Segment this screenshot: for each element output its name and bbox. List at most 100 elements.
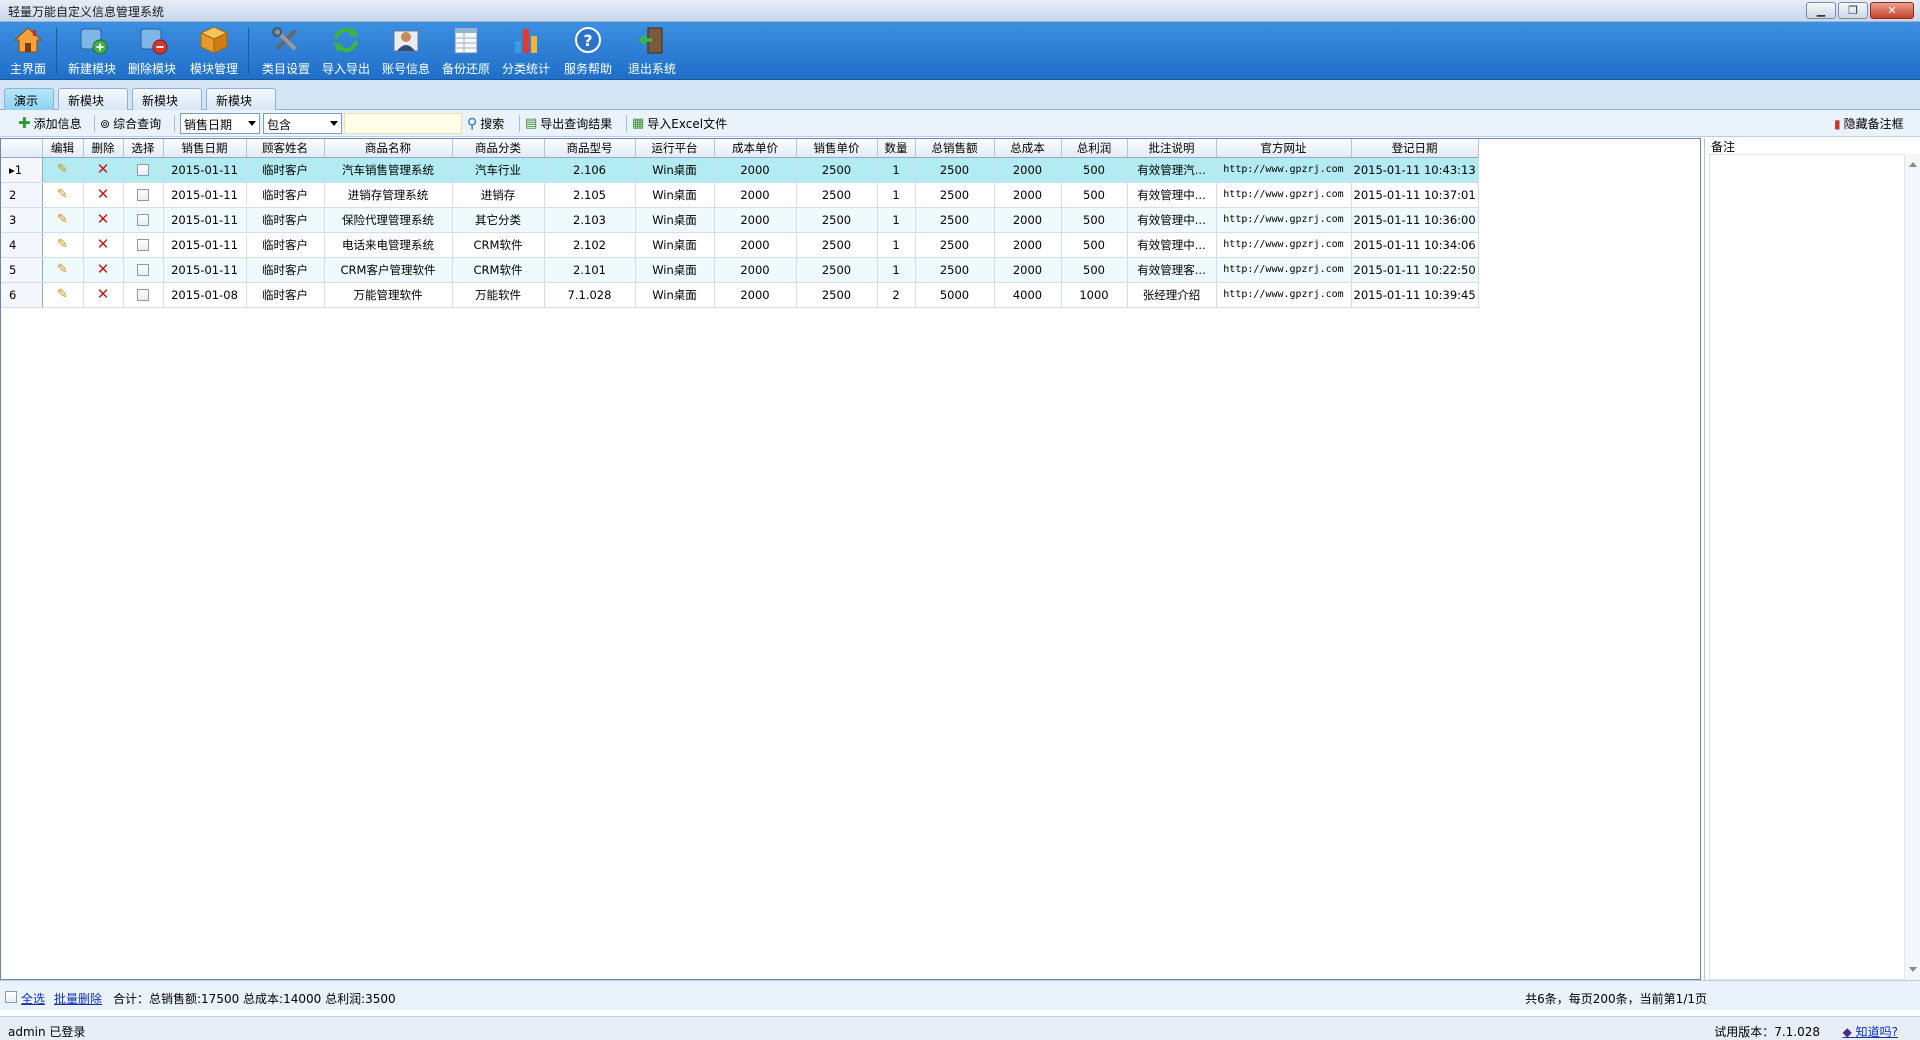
delete-cell: ✕ (83, 182, 124, 208)
row-select-checkbox[interactable] (137, 289, 149, 301)
row-select-checkbox[interactable] (137, 239, 149, 251)
edit-icon[interactable]: ✎ (57, 187, 68, 202)
row-number[interactable]: 5 (1, 257, 43, 283)
delete-module-label: 删除模块 (127, 62, 176, 76)
table-row[interactable]: 5 ✎ ✕ 2015-01-11 临时客户 CRM客户管理软件 CRM软件 2.101 Win桌… (1, 257, 1479, 283)
about-link[interactable]: ◆ 知道吗? (1843, 1023, 1898, 1040)
notes-textarea[interactable] (1709, 154, 1920, 980)
row-select-checkbox[interactable] (137, 164, 149, 176)
table-row[interactable]: 2 ✎ ✕ 2015-01-11 临时客户 进销存管理系统 进销存 2.105 Win桌面 200… (1, 182, 1479, 208)
category-settings-button[interactable]: 类目设置 (258, 24, 314, 78)
table-row[interactable]: 3 ✎ ✕ 2015-01-11 临时客户 保险代理管理系统 其它分类 2.103 Win桌面 2… (1, 207, 1479, 233)
hide-notes-button[interactable]: ▮ 隐藏备注框 (1834, 115, 1904, 132)
tab-module-02[interactable]: 新模块02 (132, 88, 202, 123)
delete-icon[interactable]: ✕ (97, 235, 110, 253)
row-number[interactable]: 3 (1, 207, 43, 233)
cell-reg-date: 2015-01-11 10:22:50 (1351, 257, 1479, 283)
column-header[interactable]: 总成本 (994, 139, 1062, 158)
row-select-checkbox[interactable] (137, 214, 149, 226)
cell-cost: 2000 (714, 282, 797, 308)
operator-select[interactable]: 包含 (263, 113, 342, 134)
row-number[interactable]: 2 (1, 182, 43, 208)
search-button[interactable]: ⚲ 搜索 (467, 115, 504, 132)
edit-cell: ✎ (42, 257, 84, 283)
row-number[interactable]: 6 (1, 282, 43, 308)
help-button[interactable]: ? 服务帮助 (560, 24, 616, 78)
minimize-button[interactable]: ▁ (1806, 2, 1836, 19)
close-button[interactable]: ✕ (1870, 2, 1914, 19)
notes-scrollbar[interactable] (1904, 154, 1920, 980)
row-select-checkbox[interactable] (137, 264, 149, 276)
combined-query-button[interactable]: ⊚ 综合查询 (100, 115, 161, 132)
row-number[interactable]: ▸1 (1, 157, 43, 183)
edit-icon[interactable]: ✎ (57, 237, 68, 252)
row-select-checkbox[interactable] (137, 189, 149, 201)
account-info-button[interactable]: 账号信息 (378, 24, 434, 78)
column-header[interactable]: 运行平台 (635, 139, 715, 158)
column-header[interactable]: 登记日期 (1351, 139, 1479, 158)
cell-customer: 临时客户 (246, 207, 325, 233)
delete-icon[interactable]: ✕ (97, 210, 110, 228)
field-select[interactable]: 销售日期 (180, 113, 260, 134)
export-results-button[interactable]: ▤ 导出查询结果 (525, 115, 612, 132)
cell-profit: 500 (1061, 182, 1128, 208)
column-header[interactable]: 销售日期 (163, 139, 247, 158)
delete-icon[interactable]: ✕ (97, 285, 110, 303)
scroll-up-icon[interactable] (1909, 162, 1917, 167)
cell-model: 2.103 (544, 207, 636, 233)
delete-icon[interactable]: ✕ (97, 185, 110, 203)
column-header[interactable]: 编辑 (42, 139, 84, 158)
delete-icon[interactable]: ✕ (97, 160, 110, 178)
tab-demo[interactable]: 演示 (4, 88, 54, 110)
category-stats-button[interactable]: 分类统计 (498, 24, 554, 78)
delete-module-button[interactable]: 删除模块 (124, 24, 180, 78)
edit-icon[interactable]: ✎ (57, 287, 68, 302)
column-header[interactable]: 顾客姓名 (246, 139, 325, 158)
backup-restore-button[interactable]: 备份还原 (438, 24, 494, 78)
column-header[interactable]: 数量 (877, 139, 916, 158)
add-info-button[interactable]: ✚ 添加信息 (18, 115, 82, 132)
row-number[interactable]: 4 (1, 232, 43, 258)
column-header[interactable]: 商品名称 (324, 139, 453, 158)
column-header[interactable]: 商品分类 (452, 139, 545, 158)
column-header[interactable]: 总销售额 (915, 139, 995, 158)
search-input[interactable] (344, 113, 462, 134)
restore-button[interactable]: ❐ (1838, 2, 1868, 19)
column-header[interactable]: 商品型号 (544, 139, 636, 158)
edit-cell: ✎ (42, 282, 84, 308)
column-header[interactable]: 成本单价 (714, 139, 797, 158)
table-row[interactable]: 4 ✎ ✕ 2015-01-11 临时客户 电话来电管理系统 CRM软件 2.102 Win桌面… (1, 232, 1479, 258)
add-module-icon (75, 24, 109, 56)
column-header[interactable]: 选择 (123, 139, 164, 158)
scroll-down-icon[interactable] (1909, 967, 1917, 972)
column-header[interactable]: 总利润 (1061, 139, 1128, 158)
column-header[interactable]: 删除 (83, 139, 124, 158)
column-header[interactable]: 官方网址 (1216, 139, 1352, 158)
restore-icon: ❐ (1848, 4, 1858, 17)
table-row[interactable]: ▸1 ✎ ✕ 2015-01-11 临时客户 汽车销售管理系统 汽车行业 2.106 Win桌面… (1, 157, 1479, 183)
cell-price: 2500 (796, 282, 878, 308)
select-all-link[interactable]: 全选 (21, 990, 45, 1007)
exit-button[interactable]: 退出系统 (624, 24, 680, 78)
new-module-button[interactable]: 新建模块 (64, 24, 120, 78)
select-all-checkbox[interactable] (5, 989, 17, 1003)
bar-chart-icon (509, 24, 543, 56)
module-manage-button[interactable]: 模块管理 (186, 24, 242, 78)
edit-icon[interactable]: ✎ (57, 162, 68, 177)
edit-icon[interactable]: ✎ (57, 212, 68, 227)
edit-icon[interactable]: ✎ (57, 262, 68, 277)
cell-total-cost: 2000 (994, 182, 1062, 208)
notes-icon: ▮ (1834, 116, 1841, 131)
import-excel-button[interactable]: ▦ 导入Excel文件 (632, 115, 727, 132)
batch-delete-link[interactable]: 批量删除 (54, 990, 102, 1007)
table-row[interactable]: 6 ✎ ✕ 2015-01-08 临时客户 万能管理软件 万能软件 7.1.028 Win桌面 2… (1, 282, 1479, 308)
column-header[interactable]: 销售单价 (796, 139, 878, 158)
delete-icon[interactable]: ✕ (97, 260, 110, 278)
column-header[interactable]: 批注说明 (1127, 139, 1217, 158)
import-export-button[interactable]: 导入导出 (318, 24, 374, 78)
import-excel-label: 导入Excel文件 (647, 117, 728, 131)
import-excel-icon: ▦ (632, 116, 645, 131)
tab-module-01[interactable]: 新模块01 (58, 88, 128, 123)
home-button[interactable]: 主界面 (6, 24, 50, 78)
tab-module-03[interactable]: 新模块03 (206, 88, 276, 123)
